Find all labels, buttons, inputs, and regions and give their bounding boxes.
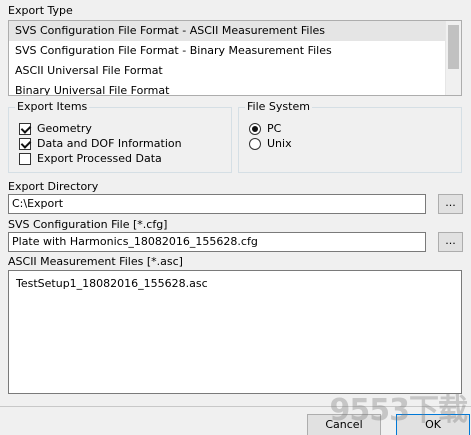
export-type-item[interactable]: ASCII Universal File Format (9, 61, 445, 81)
checkbox-checked-icon (19, 137, 31, 150)
checkbox-unchecked-icon (19, 152, 31, 165)
bottom-separator (0, 406, 471, 407)
svs-config-file-input[interactable]: Plate with Harmonics_18082016_155628.cfg (8, 232, 426, 252)
ok-button[interactable]: OK (396, 414, 470, 435)
export-type-item[interactable]: Binary Universal File Format (9, 81, 445, 95)
unix-radio[interactable]: Unix (249, 136, 292, 151)
export-directory-input[interactable]: C:\Export (8, 194, 426, 214)
export-type-item[interactable]: SVS Configuration File Format - Binary M… (9, 41, 445, 61)
ascii-files-textarea[interactable]: TestSetup1_18082016_155628.asc (8, 270, 462, 394)
export-directory-label: Export Directory (8, 180, 99, 193)
checkbox-label: Data and DOF Information (37, 137, 182, 150)
data-dof-checkbox[interactable]: Data and DOF Information (19, 136, 182, 151)
export-type-listbox[interactable]: SVS Configuration File Format - ASCII Me… (8, 20, 462, 96)
checkbox-checked-icon (19, 122, 31, 135)
radio-label: Unix (267, 137, 292, 150)
radio-selected-icon (249, 122, 261, 135)
radio-label: PC (267, 122, 282, 135)
pc-radio[interactable]: PC (249, 121, 281, 136)
export-directory-browse-button[interactable]: ... (438, 194, 463, 214)
file-system-title: File System (245, 100, 312, 113)
export-processed-checkbox[interactable]: Export Processed Data (19, 151, 162, 166)
geometry-checkbox[interactable]: Geometry (19, 121, 92, 136)
export-items-group: Export Items Geometry Data and DOF Infor… (8, 100, 232, 173)
checkbox-label: Geometry (37, 122, 92, 135)
svs-config-file-browse-button[interactable]: ... (438, 232, 463, 252)
ascii-files-value: TestSetup1_18082016_155628.asc (16, 277, 208, 290)
checkbox-label: Export Processed Data (37, 152, 162, 165)
scrollbar-thumb[interactable] (448, 25, 459, 69)
radio-unselected-icon (249, 137, 261, 150)
ascii-files-label: ASCII Measurement Files [*.asc] (8, 255, 183, 268)
export-type-item[interactable]: SVS Configuration File Format - ASCII Me… (9, 21, 445, 41)
export-type-label: Export Type (8, 4, 73, 17)
export-items-title: Export Items (15, 100, 90, 113)
file-system-group: File System PC Unix (238, 100, 462, 173)
svs-config-file-label: SVS Configuration File [*.cfg] (8, 218, 168, 231)
listbox-scrollbar[interactable] (445, 21, 461, 95)
cancel-button[interactable]: Cancel (307, 414, 381, 435)
